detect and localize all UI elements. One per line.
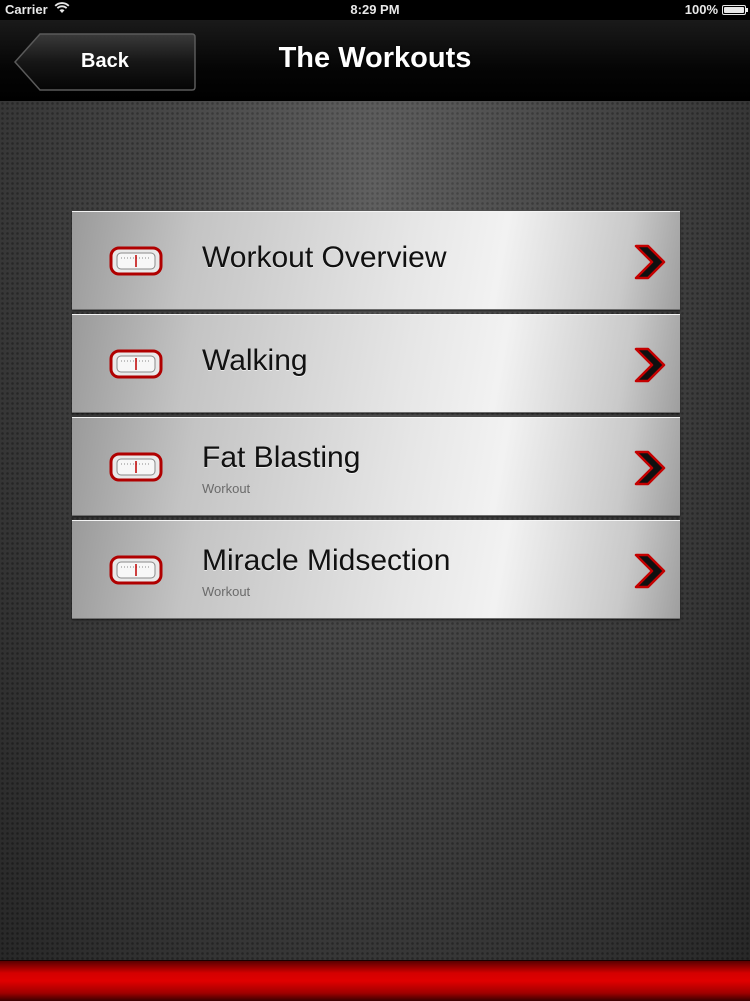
item-title: Miracle Midsection (202, 544, 451, 577)
status-bar: Carrier 8:29 PM 100% (0, 0, 750, 20)
scale-icon (109, 452, 163, 487)
chevron-right-icon (630, 448, 670, 493)
list-item-workout-overview[interactable]: Workout Overview (72, 211, 680, 310)
bottom-bar (0, 960, 750, 1001)
chevron-right-icon (630, 242, 670, 287)
item-title: Fat Blasting (202, 441, 361, 474)
scale-icon (109, 555, 163, 590)
status-time: 8:29 PM (350, 2, 400, 17)
status-right: 100% (684, 2, 748, 17)
chevron-right-icon (630, 345, 670, 390)
item-subtitle: Workout (202, 584, 251, 599)
chevron-right-icon (630, 551, 670, 596)
item-subtitle: Workout (202, 481, 251, 496)
main-content: Workout Overview Walking Fat Blasting Wo… (0, 101, 750, 960)
list-item-walking[interactable]: Walking (72, 314, 680, 413)
scale-icon (109, 246, 163, 281)
scale-icon (109, 349, 163, 384)
workout-list: Workout Overview Walking Fat Blasting Wo… (72, 211, 680, 623)
list-item-miracle-midsection[interactable]: Miracle Midsection Workout (72, 520, 680, 619)
battery-icon (722, 4, 748, 15)
page-title: The Workouts (278, 42, 472, 74)
battery-percent: 100% (684, 2, 718, 17)
navigation-bar: Back The Workouts (0, 20, 750, 102)
item-title: Workout Overview (202, 241, 447, 274)
item-title: Walking (202, 344, 308, 377)
list-item-fat-blasting[interactable]: Fat Blasting Workout (72, 417, 680, 516)
